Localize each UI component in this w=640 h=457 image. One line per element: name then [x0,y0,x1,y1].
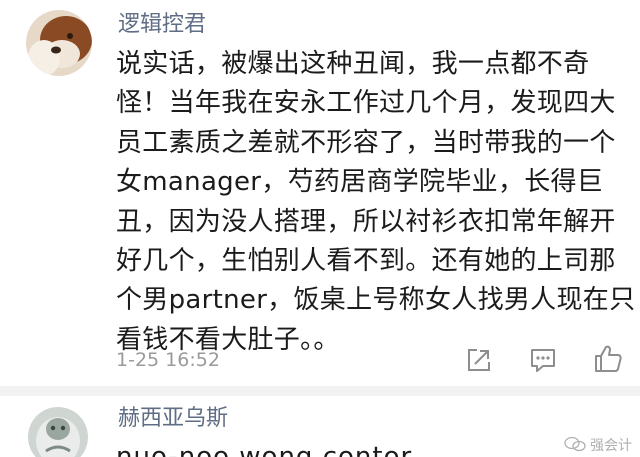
comment-line: 员工素质之差就不形容了，当时带我的一个 [116,127,616,158]
avatar-image [28,407,88,457]
avatar[interactable] [26,10,92,76]
comment-item: 赫西亚乌斯 nuo-noo wong contor [0,396,640,457]
comment-line: 丑，因为没人搭理，所以衬衫衣扣常年解开 [116,206,616,237]
share-icon [468,349,490,371]
comment-line: 说实话，被爆出这种丑闻，我一点都不奇 [116,49,590,79]
watermark-text: 强会计 [590,438,632,454]
comment-line: 个男partner，饭桌上号称女人找男人现在只 [116,285,636,316]
comment-username[interactable]: 赫西亚乌斯 [118,406,228,432]
comment-line: 女manager，芍药居商学院毕业，长得巨 [116,167,604,198]
comment-divider [0,386,640,396]
comment-timestamp: 1-25 16:52 [116,349,220,371]
comment-username[interactable]: 逻辑控君 [118,12,206,38]
like-button[interactable] [590,341,626,377]
reply-button[interactable] [525,342,561,378]
comment-item: 逻辑控君 说实话，被爆出这种丑闻，我一点都不奇 怪！当年我在安永工作过几个月，发… [0,0,640,386]
avatar-image [26,10,92,76]
wechat-logo-icon [564,436,586,452]
share-button[interactable] [461,342,497,378]
comment-line: nuo-noo wong contor [116,442,413,457]
watermark: 强会计 [564,436,632,455]
comment-body: 说实话，被爆出这种丑闻，我一点都不奇 怪！当年我在安永工作过几个月，发现四大 员… [116,45,635,360]
comment-line: 好几个，生怕别人看不到。还有她的上司那 [116,246,616,277]
comment-line: 怪！当年我在安永工作过几个月，发现四大 [116,88,616,119]
avatar[interactable] [28,407,88,457]
comment-icon [531,349,555,372]
thumbs-up-icon [595,345,622,372]
